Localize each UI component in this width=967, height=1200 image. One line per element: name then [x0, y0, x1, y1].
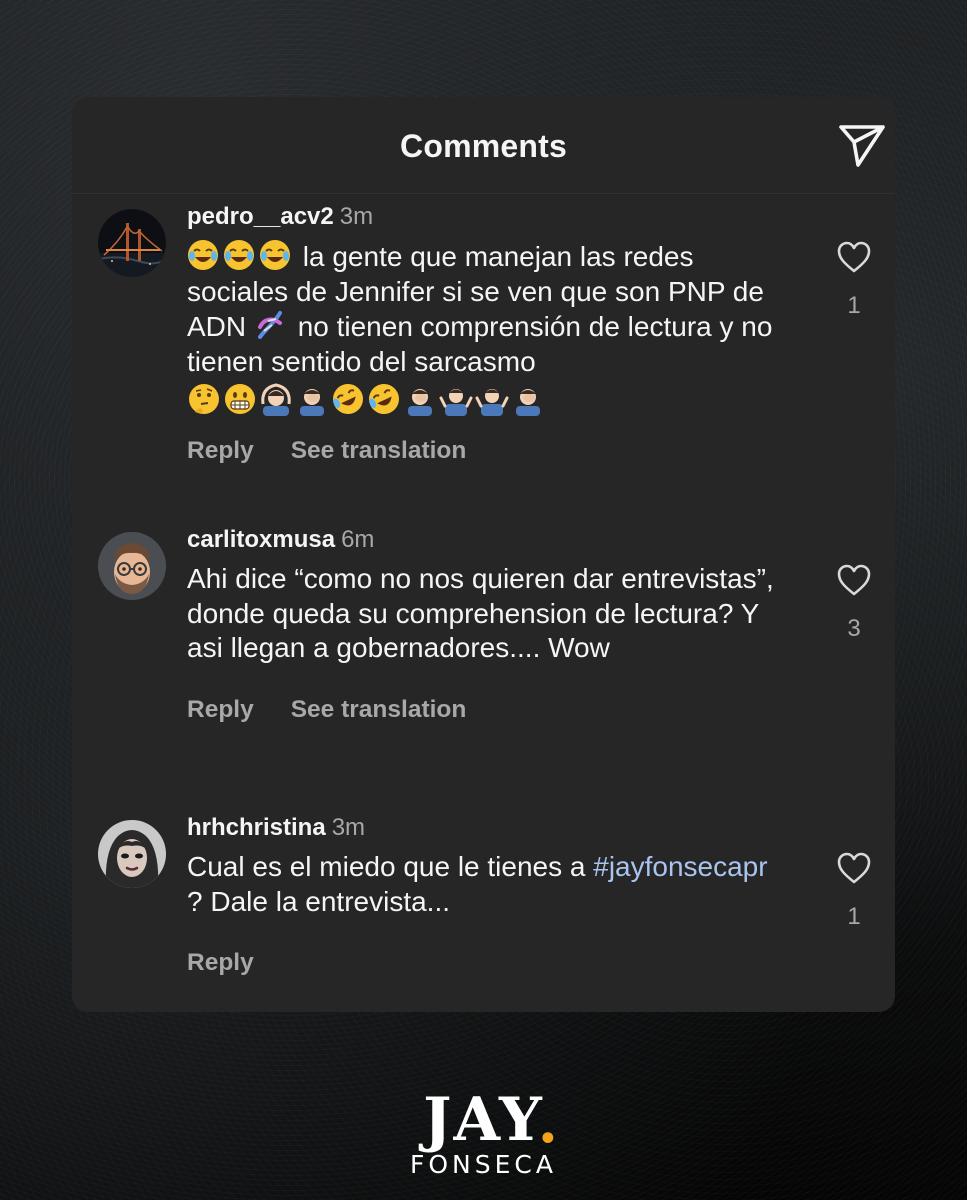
like-control: 1 [827, 851, 881, 931]
comment-header: carlitoxmusa 6m [187, 525, 787, 555]
grimacing-face-icon [225, 384, 255, 414]
comment-actions: Reply [187, 949, 787, 977]
see-translation-button[interactable]: See translation [291, 696, 467, 724]
comment-header: pedro__acv2 3m [187, 202, 787, 232]
username[interactable]: hrhchristina [187, 814, 326, 841]
comment-body: carlitoxmusa 6m Ahi dice “como no nos qui… [187, 525, 787, 724]
face-with-tears-of-joy-icon [188, 240, 218, 270]
comment-text: Ahi dice “como no nos quieren dar entrev… [187, 563, 774, 663]
heart-icon[interactable] [836, 563, 872, 597]
comment-body: hrhchristina 3m Cual es el miedo que le t… [187, 813, 787, 977]
rolling-on-floor-laughing-icon [333, 384, 363, 414]
emoji-row [187, 381, 787, 417]
username[interactable]: pedro__acv2 [187, 203, 334, 230]
like-count: 1 [847, 292, 861, 319]
comments-panel: Comments pedro__acv2 3m la gente que man… [72, 97, 895, 1012]
man-facepalming-icon [408, 389, 432, 416]
brand-logo: JAY. FONSECA [0, 1088, 967, 1179]
man-shrugging-icon [475, 389, 509, 416]
like-control: 3 [827, 563, 881, 643]
avatar[interactable] [98, 532, 166, 600]
man-shrugging-icon [439, 389, 473, 416]
brand-logo-top: JAY. [423, 1085, 558, 1155]
face-with-tears-of-joy-icon [260, 240, 290, 270]
reply-button[interactable]: Reply [187, 437, 254, 465]
person-gesturing-ok-icon [261, 383, 291, 416]
hashtag-link[interactable]: #jayfonsecapr [593, 851, 767, 882]
comments-header: Comments [72, 97, 895, 194]
like-count: 1 [847, 903, 861, 930]
face-with-tears-of-joy-icon [224, 240, 254, 270]
comment-text-post: ? Dale la entrevista... [187, 885, 451, 917]
brand-logo-top-text: JAY [423, 1085, 544, 1155]
avatar[interactable] [98, 820, 166, 888]
heart-icon[interactable] [836, 851, 872, 885]
comment-text: Cual es el miedo que le tienes a #jayfon… [187, 850, 787, 919]
comment-time: 3m [339, 203, 374, 230]
comment-time: 3m [331, 814, 366, 841]
dna-icon [257, 311, 282, 339]
comment-actions: Reply See translation [187, 437, 787, 465]
send-paper-plane-icon[interactable] [837, 123, 887, 169]
rolling-on-floor-laughing-icon [369, 384, 399, 414]
reply-button[interactable]: Reply [187, 696, 254, 724]
comment-text-pre: Cual es el miedo que le tienes a [187, 851, 586, 882]
man-facepalming-icon [516, 389, 540, 416]
see-translation-button[interactable]: See translation [291, 437, 467, 465]
man-facepalming-icon [300, 389, 324, 416]
heart-icon[interactable] [836, 240, 872, 274]
brand-logo-dot: . [537, 1088, 560, 1156]
avatar[interactable] [98, 209, 166, 277]
comments-title: Comments [400, 128, 567, 164]
comment-time: 6m [341, 526, 375, 553]
reply-button[interactable]: Reply [187, 949, 254, 977]
username[interactable]: carlitoxmusa [187, 526, 335, 553]
thinking-face-icon [189, 384, 219, 414]
comment-body: pedro__acv2 3m la gente que manejan las r… [187, 202, 787, 465]
comment-header: hrhchristina 3m [187, 813, 787, 843]
like-control: 1 [827, 240, 881, 320]
like-count: 3 [847, 615, 861, 642]
comment-text: la gente que manejan las redes sociales … [187, 239, 787, 379]
comment-actions: Reply See translation [187, 696, 787, 724]
